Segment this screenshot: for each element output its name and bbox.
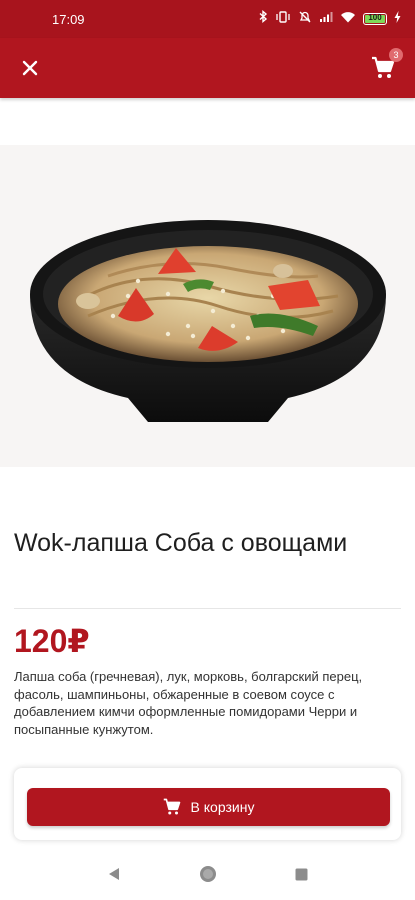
- vibrate-icon: [275, 10, 291, 28]
- add-to-cart-label: В корзину: [190, 799, 255, 815]
- status-bar: 17:09 100: [0, 0, 415, 38]
- mute-icon: [298, 10, 312, 29]
- nav-back-button[interactable]: [104, 864, 124, 884]
- product-title: Wok-лапша Соба с овощами: [14, 529, 348, 557]
- home-circle-icon: [199, 866, 216, 882]
- divider: [14, 608, 401, 609]
- product-price: 120₽: [14, 623, 90, 659]
- nav-home-button[interactable]: [198, 864, 218, 884]
- close-button[interactable]: [18, 56, 42, 80]
- shopping-cart-icon: [163, 798, 180, 815]
- recents-square-icon: [295, 868, 308, 880]
- close-icon: [22, 60, 38, 76]
- add-to-cart-card: В корзину: [14, 768, 401, 840]
- system-nav-bar: [0, 848, 415, 900]
- product-image: [0, 145, 415, 467]
- status-icons: 100: [258, 10, 401, 29]
- charging-icon: [394, 10, 401, 28]
- product-description: Лапша соба (гречневая), лук, морковь, бо…: [14, 669, 363, 737]
- signal-icon: [319, 10, 333, 28]
- battery-icon: 100: [363, 13, 387, 25]
- nav-recents-button[interactable]: [292, 864, 312, 884]
- bluetooth-icon: [258, 10, 268, 28]
- back-triangle-icon: [108, 868, 119, 880]
- app-bar: 3: [0, 38, 415, 98]
- wifi-icon: [340, 10, 356, 28]
- cart-button[interactable]: 3: [369, 48, 403, 82]
- status-time: 17:09: [52, 11, 85, 27]
- cart-count-badge: 3: [389, 48, 403, 62]
- noodle-bowl-image: [29, 220, 386, 422]
- battery-level: 100: [368, 13, 382, 22]
- add-to-cart-button[interactable]: В корзину: [27, 788, 390, 826]
